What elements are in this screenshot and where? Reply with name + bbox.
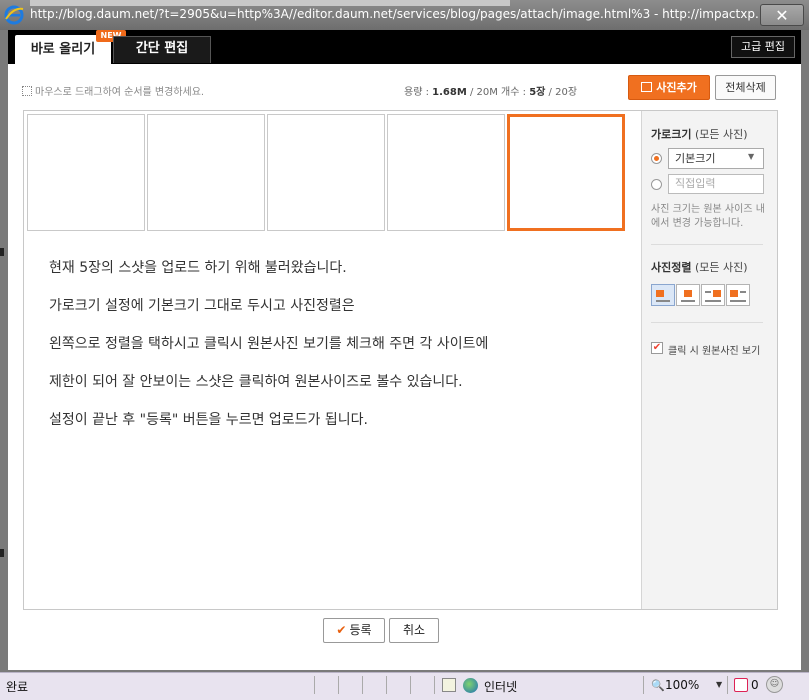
photo-thumbnail[interactable]	[27, 114, 145, 231]
body-text-line: 제한이 되어 잘 안보이는 스샷은 클릭하여 원본사이즈로 볼수 있습니다.	[49, 374, 463, 390]
protected-mode-icon[interactable]	[442, 678, 456, 692]
capacity-label: 용량 :	[404, 87, 429, 98]
photo-thumbnail[interactable]	[387, 114, 505, 231]
checkmark-icon: ✔	[336, 623, 347, 637]
status-separator	[338, 676, 339, 694]
align-right-button[interactable]	[701, 284, 725, 306]
status-separator	[314, 676, 315, 694]
align-wrap-icon	[730, 290, 738, 297]
photo-thumbnail[interactable]	[267, 114, 385, 231]
status-separator	[386, 676, 387, 694]
advanced-edit-button[interactable]: 고급 편집	[731, 36, 795, 58]
status-separator	[643, 676, 644, 694]
cancel-button[interactable]: 취소	[389, 618, 439, 643]
align-wrap-button[interactable]	[726, 284, 750, 306]
custom-size-input[interactable]: 직접입력	[668, 174, 764, 194]
register-label: 등록	[349, 623, 372, 637]
align-scope: (모든 사진)	[694, 261, 748, 274]
photo-thumbnail[interactable]	[147, 114, 265, 231]
align-line	[705, 291, 711, 293]
align-center-icon	[684, 290, 692, 297]
add-photo-label: 사진추가	[656, 81, 697, 94]
notification-icon[interactable]	[734, 678, 748, 692]
align-line	[705, 300, 721, 302]
custom-size-radio[interactable]	[651, 179, 662, 190]
zoom-icon[interactable]: 🔍	[651, 679, 665, 692]
align-left-icon	[656, 290, 664, 297]
width-size-title: 가로크기 (모든 사진)	[651, 126, 748, 142]
status-separator	[727, 676, 728, 694]
status-separator	[434, 676, 435, 694]
count-current: 5장	[529, 87, 546, 98]
drag-hint-icon	[22, 86, 32, 96]
status-separator	[362, 676, 363, 694]
photo-thumbnail-selected[interactable]	[507, 114, 625, 231]
count-label: 개수 :	[501, 87, 526, 98]
upload-stats: 용량 : 1.68M / 20M 개수 : 5장 / 20장	[404, 83, 577, 98]
body-text-line: 가로크기 설정에 기본크기 그대로 두시고 사진정렬은	[49, 298, 355, 314]
frame-edge-mark	[0, 549, 4, 557]
align-line	[681, 300, 695, 302]
window-frame-right	[801, 30, 809, 672]
align-line	[656, 300, 670, 302]
add-photo-button[interactable]: 사진추가	[628, 75, 710, 100]
url-bar: http://blog.daum.net/?t=2905&u=http%3A//…	[30, 7, 771, 21]
align-center-button[interactable]	[676, 284, 700, 306]
chevron-down-icon[interactable]: ▼	[716, 680, 722, 689]
photo-icon	[641, 82, 653, 92]
drag-hint: 마우스로 드래그하여 순서를 변경하세요.	[22, 83, 204, 98]
chevron-down-icon: ▼	[748, 152, 755, 161]
face-icon[interactable]: ☺	[766, 676, 783, 693]
capacity-total: / 20M	[469, 87, 498, 98]
notification-count: 0	[751, 678, 759, 692]
size-note: 사진 크기는 원본 사이즈 내에서 변경 가능합니다.	[651, 204, 765, 229]
align-line	[730, 300, 746, 302]
click-original-checkbox[interactable]: ✔	[651, 342, 663, 354]
body-text-line: 왼쪽으로 정렬을 택하시고 클릭시 원본사진 보기를 체크해 주면 각 사이트에	[49, 336, 489, 352]
frame-edge-mark	[0, 248, 4, 256]
align-left-button[interactable]	[651, 284, 675, 306]
default-size-radio[interactable]	[651, 153, 662, 164]
register-button[interactable]: ✔ 등록	[323, 618, 385, 643]
background-window-strip	[30, 0, 510, 6]
width-size-scope: (모든 사진)	[694, 128, 748, 141]
align-label: 사진정렬	[651, 261, 692, 274]
status-text: 완료	[6, 680, 29, 694]
status-separator	[410, 676, 411, 694]
zoom-level[interactable]: 100%	[665, 678, 699, 692]
count-total: / 20장	[548, 87, 578, 98]
window-frame-left	[0, 30, 8, 672]
sidebar-divider	[651, 322, 763, 323]
sidebar-divider	[651, 244, 763, 245]
width-size-label: 가로크기	[651, 128, 692, 141]
delete-all-button[interactable]: 전체삭제	[715, 75, 776, 100]
body-text-line: 현재 5장의 스샷을 업로드 하기 위해 불러왔습니다.	[49, 260, 347, 276]
drag-hint-text: 마우스로 드래그하여 순서를 변경하세요.	[35, 87, 205, 98]
click-original-label: 클릭 시 원본사진 보기	[668, 346, 761, 357]
capacity-used: 1.68M	[432, 87, 467, 98]
align-title: 사진정렬 (모든 사진)	[651, 259, 748, 275]
window-close-button[interactable]: ✕	[760, 4, 804, 26]
security-zone-label: 인터넷	[484, 680, 518, 694]
globe-icon	[463, 678, 478, 693]
align-right-icon	[713, 290, 721, 297]
body-text-line: 설정이 끝난 후 "등록" 버튼을 누르면 업로드가 됩니다.	[49, 412, 368, 428]
tab-simple-edit[interactable]: 간단 편집	[113, 36, 211, 63]
align-line	[740, 291, 746, 293]
browser-logo-icon	[4, 5, 24, 25]
